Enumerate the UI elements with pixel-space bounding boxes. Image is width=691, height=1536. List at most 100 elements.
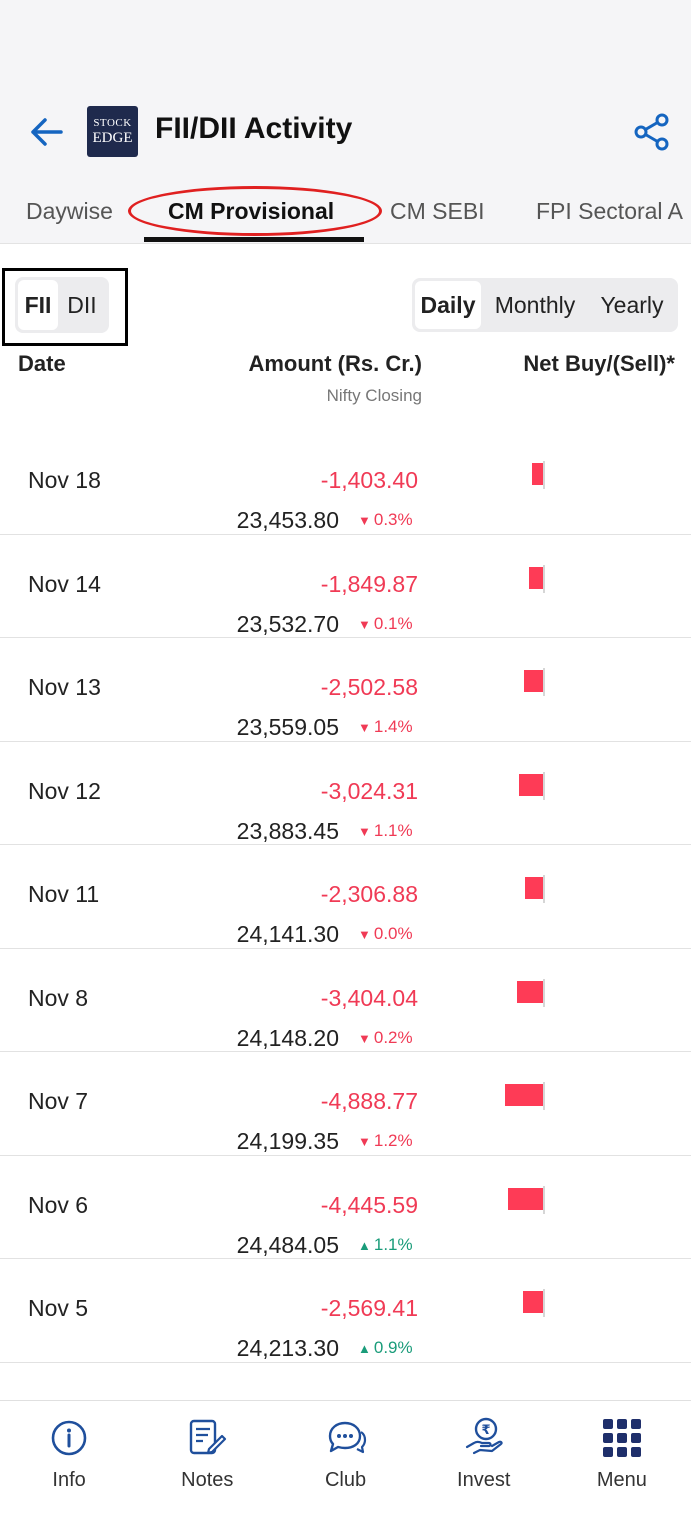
row-change-percent: 1.1% bbox=[373, 820, 413, 840]
notes-icon bbox=[186, 1417, 228, 1459]
row-nifty-change: ▼ 1.1% bbox=[358, 821, 413, 841]
bottom-navigation: Info Notes Club ₹ Invest Menu bbox=[0, 1400, 691, 1536]
row-net-amount: -3,404.04 bbox=[320, 984, 418, 1011]
dii-toggle-button[interactable]: DII bbox=[58, 280, 106, 330]
bar-axis bbox=[543, 875, 545, 903]
net-sell-bar bbox=[508, 1187, 543, 1210]
row-change-percent: 1.1% bbox=[373, 1234, 413, 1254]
net-sell-bar bbox=[517, 980, 543, 1003]
row-nifty-closing: 24,148.20 bbox=[236, 1024, 339, 1051]
table-row[interactable]: Nov 7 -4,888.77 24,199.35 ▼ 1.2% bbox=[0, 1052, 691, 1156]
period-toggle: Daily Monthly Yearly bbox=[412, 278, 678, 332]
nav-invest[interactable]: ₹ Invest bbox=[415, 1401, 553, 1536]
row-nifty-change: ▼ 0.0% bbox=[358, 924, 413, 944]
share-icon bbox=[634, 113, 669, 151]
info-icon bbox=[48, 1417, 90, 1459]
row-date: Nov 11 bbox=[28, 881, 100, 907]
bar-axis bbox=[543, 1289, 545, 1317]
nav-club[interactable]: Club bbox=[276, 1401, 414, 1536]
row-net-amount: -4,888.77 bbox=[320, 1088, 418, 1114]
back-arrow-icon bbox=[31, 118, 63, 146]
logo-text-top: STOCK bbox=[93, 116, 132, 129]
svg-text:₹: ₹ bbox=[481, 1423, 490, 1438]
row-nifty-closing: 24,141.30 bbox=[236, 921, 339, 947]
row-nifty-closing: 24,213.30 bbox=[236, 1335, 339, 1361]
row-change-percent: 0.9% bbox=[373, 1338, 413, 1357]
table-row[interactable]: Nov 18 -1,403.40 23,453.80 ▼ 0.3% bbox=[0, 431, 691, 535]
annotation-highlight-ellipse bbox=[128, 186, 382, 236]
triangle-down-icon: ▼ bbox=[358, 1030, 371, 1046]
back-button[interactable] bbox=[26, 114, 66, 150]
table-row[interactable]: Nov 11 -2,306.88 24,141.30 ▼ 0.0% bbox=[0, 845, 691, 949]
net-sell-bar bbox=[525, 877, 543, 899]
triangle-down-icon: ▼ bbox=[358, 720, 371, 735]
tab-cm-sebi[interactable]: CM SEBI bbox=[390, 198, 485, 225]
row-nifty-change: ▼ 1.2% bbox=[358, 1131, 413, 1151]
row-net-amount: -1,403.40 bbox=[320, 467, 418, 493]
chat-icon bbox=[325, 1417, 367, 1459]
nav-notes[interactable]: Notes bbox=[138, 1401, 276, 1536]
net-sell-bar bbox=[519, 773, 543, 796]
bar-axis bbox=[543, 564, 545, 593]
nav-info[interactable]: Info bbox=[0, 1401, 138, 1536]
row-change-percent: 0.2% bbox=[373, 1027, 413, 1047]
net-sell-bar bbox=[532, 463, 543, 485]
triangle-up-icon: ▲ bbox=[358, 1237, 371, 1253]
net-sell-bar bbox=[529, 566, 543, 589]
bar-axis bbox=[543, 1082, 545, 1110]
row-net-amount: -3,024.31 bbox=[320, 777, 418, 804]
triangle-down-icon: ▼ bbox=[358, 823, 371, 839]
share-button[interactable] bbox=[632, 112, 672, 152]
row-nifty-change: ▼ 0.2% bbox=[358, 1028, 413, 1048]
stockedge-logo: STOCK EDGE bbox=[87, 106, 138, 157]
row-nifty-closing: 24,484.05 bbox=[236, 1231, 339, 1258]
triangle-up-icon: ▲ bbox=[358, 1341, 371, 1356]
fii-toggle-button[interactable]: FII bbox=[18, 280, 58, 330]
column-header-amount: Amount (Rs. Cr.) bbox=[248, 351, 422, 376]
row-nifty-change: ▼ 1.4% bbox=[358, 717, 413, 737]
table-row[interactable]: Nov 13 -2,502.58 23,559.05 ▼ 1.4% bbox=[0, 638, 691, 742]
status-bar-area bbox=[0, 0, 691, 100]
yearly-toggle-button[interactable]: Yearly bbox=[589, 281, 675, 329]
nav-label-notes: Notes bbox=[181, 1469, 234, 1491]
bar-axis bbox=[543, 1185, 545, 1214]
nav-label-menu: Menu bbox=[596, 1469, 647, 1491]
grid-menu-icon bbox=[601, 1417, 643, 1459]
column-header-date: Date bbox=[18, 351, 66, 376]
row-change-percent: 0.0% bbox=[373, 924, 413, 943]
daily-toggle-button[interactable]: Daily bbox=[415, 281, 481, 329]
nav-label-club: Club bbox=[324, 1469, 367, 1491]
net-sell-bar bbox=[524, 670, 543, 692]
row-nifty-closing: 23,883.45 bbox=[236, 817, 339, 844]
row-date: Nov 8 bbox=[28, 984, 89, 1011]
bar-axis bbox=[543, 771, 545, 800]
row-nifty-closing: 24,199.35 bbox=[236, 1128, 339, 1154]
row-date: Nov 5 bbox=[28, 1295, 89, 1321]
table-row[interactable]: Nov 6 -4,445.59 24,484.05 ▲ 1.1% bbox=[0, 1156, 691, 1259]
row-net-amount: -2,306.88 bbox=[320, 881, 418, 907]
monthly-toggle-button[interactable]: Monthly bbox=[481, 281, 589, 329]
table-row[interactable]: Nov 14 -1,849.87 23,532.70 ▼ 0.1% bbox=[0, 535, 691, 638]
row-nifty-closing: 23,532.70 bbox=[236, 610, 339, 637]
investor-toggle: FII DII bbox=[15, 277, 109, 333]
row-net-amount: -2,569.41 bbox=[320, 1295, 418, 1321]
row-net-amount: -1,849.87 bbox=[320, 570, 418, 597]
nav-menu[interactable]: Menu bbox=[553, 1401, 691, 1536]
row-nifty-change: ▲ 1.1% bbox=[358, 1235, 413, 1255]
net-sell-bar bbox=[523, 1291, 543, 1313]
triangle-down-icon: ▼ bbox=[358, 927, 371, 942]
activity-list: Nov 18 -1,403.40 23,453.80 ▼ 0.3% Nov 14 -1,84… bbox=[0, 431, 691, 1363]
tab-fpi-sectoral[interactable]: FPI Sectoral A bbox=[536, 198, 683, 225]
column-subheader-nifty: Nifty Closing bbox=[326, 386, 422, 405]
row-date: Nov 12 bbox=[28, 777, 101, 804]
table-row[interactable]: Nov 8 -3,404.04 24,148.20 ▼ 0.2% bbox=[0, 949, 691, 1052]
triangle-down-icon: ▼ bbox=[358, 616, 371, 632]
bar-axis bbox=[543, 978, 545, 1007]
column-header-net: Net Buy/(Sell)* bbox=[523, 351, 675, 376]
tab-daywise[interactable]: Daywise bbox=[26, 198, 113, 225]
net-sell-bar bbox=[505, 1084, 543, 1106]
table-row[interactable]: Nov 5 -2,569.41 24,213.30 ▲ 0.9% bbox=[0, 1259, 691, 1363]
table-row[interactable]: Nov 12 -3,024.31 23,883.45 ▼ 1.1% bbox=[0, 742, 691, 845]
triangle-down-icon: ▼ bbox=[358, 1134, 371, 1149]
row-change-percent: 0.3% bbox=[373, 510, 413, 529]
